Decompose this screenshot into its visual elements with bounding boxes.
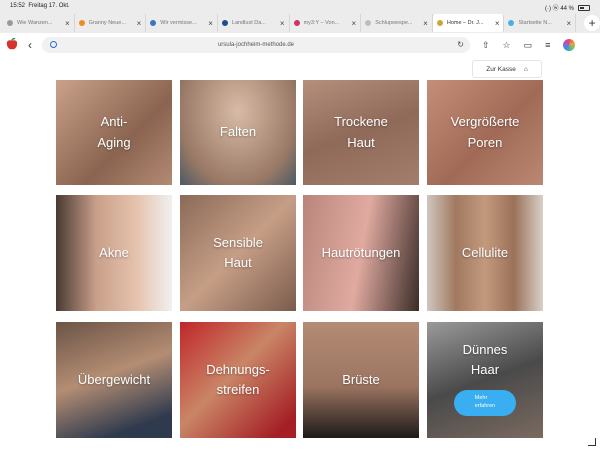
browser-logo-icon	[6, 38, 18, 50]
tab-favicon-icon	[508, 20, 515, 26]
category-label: Anti- Aging	[97, 114, 131, 150]
tab-close-icon[interactable]: ×	[208, 19, 213, 28]
status-time: 15:52 Freitag 17. Okt.	[10, 3, 70, 9]
tab-close-icon[interactable]: ×	[566, 19, 571, 28]
category-tile[interactable]: Hautrötungen	[303, 195, 419, 311]
browser-tab[interactable]: Landlust Da... ×	[218, 14, 290, 32]
browser-toolbar: ‹ ursula-jochheim-methode.de ↻ ⇧ ☆ ▭ ≡	[0, 33, 600, 57]
menu-icon[interactable]: ≡	[545, 40, 550, 50]
tab-close-icon[interactable]: ×	[137, 19, 142, 28]
tab-title: Wie Wanzen...	[17, 20, 53, 26]
cart-icon: ⌂	[523, 65, 528, 73]
address-bar[interactable]: ursula-jochheim-methode.de ↻	[42, 37, 470, 53]
category-label: Übergewicht	[77, 371, 151, 387]
tab-title: Landlust Da...	[231, 20, 266, 26]
category-tile[interactable]: Vergrößerte Poren	[427, 80, 543, 185]
tab-title: Startseite N...	[518, 20, 552, 26]
category-tile[interactable]: Trockene Haut	[303, 80, 419, 185]
bookmarks-icon[interactable]: ▭	[524, 40, 533, 51]
browser-tab[interactable]: Wir vermisse... ×	[146, 14, 218, 32]
category-label: Brüste	[342, 371, 380, 387]
resize-handle[interactable]	[588, 438, 596, 446]
browser-tab[interactable]: Granny Neue... ×	[75, 14, 147, 32]
bookmark-star-icon[interactable]: ☆	[503, 40, 511, 51]
tab-favicon-icon	[150, 20, 157, 26]
tab-close-icon[interactable]: ×	[423, 19, 428, 28]
category-label: Hautrötungen	[321, 244, 401, 260]
tab-title: my3:Y – Von...	[303, 20, 340, 26]
tab-strip: Wie Wanzen... × Granny Neue... × Wir vermiss…	[0, 13, 600, 33]
web-page: Zur Kasse ⌂ Anti- Aging Falten Trockene Ha…	[0, 57, 600, 450]
url-text[interactable]: ursula-jochheim-methode.de	[42, 42, 470, 48]
category-tile[interactable]: Anti- Aging	[56, 80, 172, 185]
browser-tab[interactable]: Home – Dr. J... ×	[432, 14, 505, 32]
browser-tab[interactable]: my3:Y – Von... ×	[290, 14, 362, 32]
share-icon[interactable]: ⇧	[482, 40, 490, 51]
category-tile[interactable]: Sensible Haut	[180, 195, 296, 311]
tab-title: Wir vermisse...	[160, 20, 197, 26]
browser-tab[interactable]: Schlupwespe... ×	[361, 14, 433, 32]
tab-close-icon[interactable]: ×	[495, 19, 500, 28]
cart-label: Zur Kasse	[486, 65, 516, 73]
tab-favicon-icon	[7, 20, 13, 26]
status-bar: 15:52 Freitag 17. Okt. (·) ⓦ 44 %	[0, 0, 600, 12]
category-label: Cellulite	[461, 244, 509, 260]
category-label: Trockene Haut	[334, 114, 388, 150]
category-label: Dehnungs- streifen	[206, 361, 270, 397]
browser-tab[interactable]: Startseite N... ×	[504, 14, 577, 32]
tab-favicon-icon	[365, 20, 372, 26]
battery-icon	[578, 4, 590, 11]
more-info-button[interactable]: Mehr erfahren	[454, 390, 516, 416]
cart-button[interactable]: Zur Kasse ⌂	[472, 60, 542, 78]
reload-icon[interactable]: ↻	[457, 40, 464, 49]
tab-title: Home – Dr. J...	[446, 20, 484, 26]
back-arrow-icon[interactable]: ‹	[28, 38, 32, 52]
tab-title: Granny Neue...	[88, 20, 126, 26]
tab-favicon-icon	[221, 20, 228, 26]
category-label: Falten	[219, 124, 257, 140]
status-indicators: (·) ⓦ 44 %	[545, 3, 590, 12]
tab-favicon-icon	[436, 20, 443, 26]
site-info-icon[interactable]	[50, 41, 57, 48]
category-tile[interactable]: Übergewicht	[56, 322, 172, 438]
category-tile[interactable]: Falten	[180, 80, 296, 185]
category-tile[interactable]: Dehnungs- streifen	[180, 322, 296, 438]
category-tile[interactable]: Brüste	[303, 322, 419, 438]
category-tile[interactable]: Dünnes Haar Mehr erfahren	[427, 322, 543, 438]
category-tile[interactable]: Akne	[56, 195, 172, 311]
category-label: Vergrößerte Poren	[450, 114, 520, 150]
tab-close-icon[interactable]: ×	[65, 19, 70, 28]
tab-close-icon[interactable]: ×	[280, 19, 285, 28]
tab-title: Schlupwespe...	[375, 20, 413, 26]
category-label: Sensible Haut	[213, 234, 263, 270]
new-tab-button[interactable]: +	[584, 15, 600, 31]
browser-tab[interactable]: Wie Wanzen... ×	[3, 14, 75, 32]
category-label: Akne	[99, 244, 129, 260]
ai-assistant-icon[interactable]	[563, 39, 576, 51]
category-label: Dünnes Haar	[462, 341, 508, 377]
tab-close-icon[interactable]: ×	[352, 19, 357, 28]
tab-favicon-icon	[78, 20, 85, 26]
category-tile[interactable]: Cellulite	[427, 195, 543, 311]
tab-favicon-icon	[293, 20, 300, 26]
